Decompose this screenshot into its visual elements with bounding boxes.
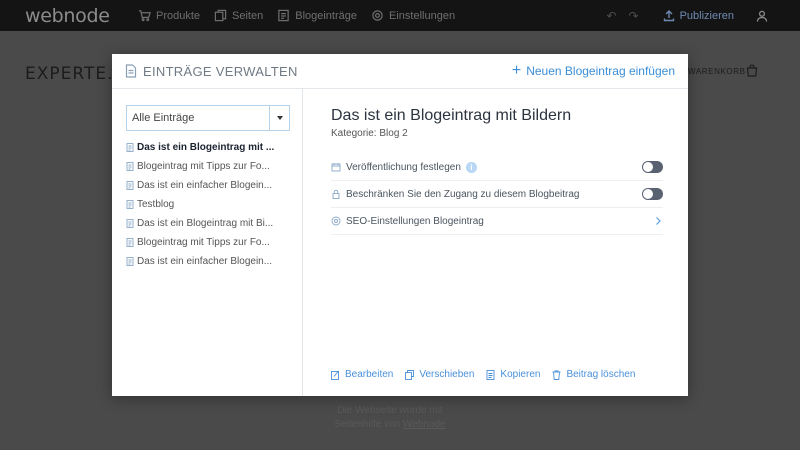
entry-title: Blogeintrag mit Tipps zur Fo... [137,237,270,248]
schedule-setting-label: Veröffentlichung festlegen [346,161,461,173]
entry-detail-panel: Das ist ein Blogeintrag mit Bildern Kate… [303,89,688,396]
main-nav: Produkte Seiten Blogeinträge Einstellung… [138,9,469,22]
pages-icon [214,9,227,22]
toggle-knob [643,162,653,172]
document-icon [126,200,134,209]
entry-title: Das ist ein Blogeintrag mit ... [137,142,275,153]
caret-down-icon [276,116,283,120]
user-icon[interactable] [756,10,768,22]
list-item[interactable]: Blogeintrag mit Tipps zur Fo... [126,157,302,176]
edit-button[interactable]: Bearbeiten [331,369,393,380]
undo-icon[interactable]: ↶ [601,9,623,23]
entry-title: Das ist ein einfacher Blogein... [137,256,273,267]
info-icon[interactable]: i [465,161,477,173]
list-item[interactable]: Das ist ein einfacher Blogein... [126,252,302,271]
filter-dropdown-toggle[interactable] [269,106,289,130]
seo-setting-label-group: SEO-Einstellungen Blogeintrag [331,216,484,227]
footer-webnode-link[interactable]: Webnode [403,419,446,430]
entries-filter-select[interactable]: Alle Einträge [126,105,290,131]
copy-icon [486,369,495,380]
footer-text: Die Webseite wurde mit [337,405,443,416]
filter-selected-value: Alle Einträge [132,112,195,124]
modal-title: EINTRÄGE VERWALTEN [125,64,298,79]
nav-label-einstellungen: Einstellungen [389,9,456,22]
footer-credit-text: Seitenhilfe von [334,419,401,430]
list-item[interactable]: Blogeintrag mit Tipps zur Fo... [126,233,302,252]
entry-title: Blogeintrag mit Tipps zur Fo... [137,161,270,172]
modal-header: EINTRÄGE VERWALTEN + Neuen Blogeintrag e… [112,54,688,89]
entries-list: Das ist ein Blogeintrag mit ... Blogeint… [126,138,302,271]
entry-title: Das ist ein Blogeintrag mit Bi... [137,218,274,229]
nav-label-blogeintraege: Blogeinträge [295,9,358,22]
post-settings: Veröffentlichung festlegen i Beschränken… [331,154,663,235]
seo-setting-label: SEO-Einstellungen Blogeintrag [346,215,484,227]
move-label: Verschieben [419,369,475,380]
plus-icon: + [511,62,522,79]
modal-title-text: EINTRÄGE VERWALTEN [143,63,298,79]
entry-title: Das ist ein einfacher Blogein... [137,180,273,191]
document-icon [126,238,134,247]
calendar-icon [331,163,341,172]
restrict-setting-label-group: Beschränken Sie den Zugang zu diesem Blo… [331,189,579,200]
bag-icon[interactable] [746,64,758,77]
add-entry-label: Neuen Blogeintrag einfügen [526,64,675,78]
cart-icon [138,10,151,22]
toggle-knob [643,189,653,199]
restrict-access-label: Beschränken Sie den Zugang zu diesem Blo… [346,188,580,200]
delete-label: Beitrag löschen [566,369,636,380]
post-category: Kategorie: Blog 2 [331,128,408,139]
schedule-toggle[interactable] [642,161,663,173]
cart-label[interactable]: WARENKORB [688,67,746,76]
list-item[interactable]: Testblog [126,195,302,214]
publish-label: Publizieren [679,9,734,22]
blog-icon [278,9,289,22]
post-title: Das ist ein Blogeintrag mit Bildern [331,107,572,124]
add-entry-button[interactable]: + Neuen Blogeintrag einfügen [511,62,675,79]
nav-item-produkte[interactable]: Produkte [138,9,200,22]
document-icon [126,162,134,171]
list-item[interactable]: Das ist ein einfacher Blogein... [126,176,302,195]
copy-label: Kopieren [500,369,541,380]
entry-title: Testblog [137,199,175,210]
list-item[interactable]: Das ist ein Blogeintrag mit ... [126,138,302,157]
document-icon [126,181,134,190]
move-icon [405,369,415,380]
restrict-access-toggle[interactable] [642,188,663,200]
edit-icon [331,370,339,380]
entry-actions: Bearbeiten Verschieben Kopieren Beitrag … [331,369,647,380]
document-icon [125,64,137,78]
nav-item-blogeintraege[interactable]: Blogeinträge [277,9,357,22]
seo-icon [331,216,341,226]
webnode-logo[interactable]: webnode [25,5,138,27]
chevron-right-icon[interactable] [653,216,663,226]
seo-setting-row[interactable]: SEO-Einstellungen Blogeintrag [331,208,663,235]
entries-panel: Alle Einträge Das ist ein Blogeintrag mi… [112,89,303,396]
document-icon [126,257,134,266]
list-item[interactable]: Das ist ein Blogeintrag mit Bi... [126,214,302,233]
modal-body: Alle Einträge Das ist ein Blogeintrag mi… [112,89,688,396]
nav-item-seiten[interactable]: Seiten [214,9,263,22]
edit-label: Bearbeiten [345,369,394,380]
upload-icon [663,9,674,21]
nav-label-produkte: Produkte [156,9,201,22]
gear-icon [372,10,383,21]
lock-icon [332,189,340,199]
top-right-controls: ↶ ↷ Publizieren [601,0,800,31]
redo-icon[interactable]: ↷ [623,9,645,23]
nav-item-einstellungen[interactable]: Einstellungen [371,9,455,22]
document-icon [126,219,134,228]
schedule-setting-row: Veröffentlichung festlegen i [331,154,663,181]
move-button[interactable]: Verschieben [405,369,474,380]
schedule-setting-label-group: Veröffentlichung festlegen i [331,161,477,173]
copy-button[interactable]: Kopieren [486,369,540,380]
publish-button[interactable]: Publizieren [663,10,734,22]
document-icon [126,143,134,152]
footer-credit: Seitenhilfe von Webnode [0,419,780,430]
top-bar: webnode Produkte Seiten Blogeinträge Ein… [0,0,800,31]
trash-icon [552,369,561,380]
restrict-access-setting-row: Beschränken Sie den Zugang zu diesem Blo… [331,181,663,208]
nav-label-seiten: Seiten [232,9,264,22]
manage-entries-modal: EINTRÄGE VERWALTEN + Neuen Blogeintrag e… [112,54,688,396]
delete-button[interactable]: Beitrag löschen [552,369,635,380]
